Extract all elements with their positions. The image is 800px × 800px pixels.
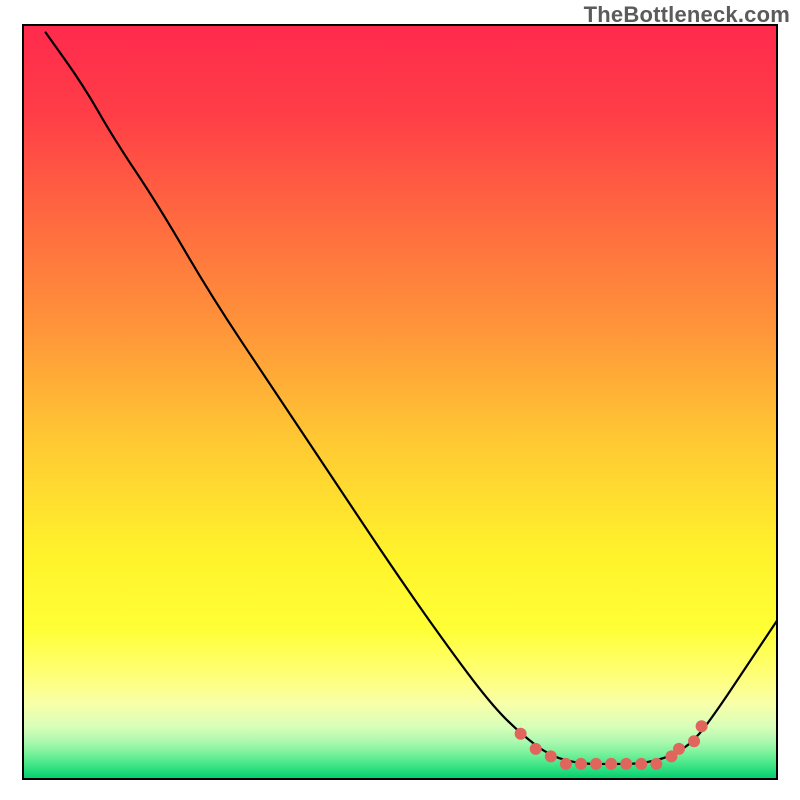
marker-dot: [575, 758, 587, 770]
marker-dot: [590, 758, 602, 770]
marker-dot: [530, 743, 542, 755]
marker-dot: [545, 750, 557, 762]
chart-stage: TheBottleneck.com: [0, 0, 800, 800]
chart-svg: [22, 24, 778, 780]
marker-dot: [605, 758, 617, 770]
gradient-background: [23, 25, 777, 779]
plot-area: [22, 24, 778, 780]
marker-dot: [515, 728, 527, 740]
marker-dot: [650, 758, 662, 770]
marker-dot: [696, 720, 708, 732]
watermark-text: TheBottleneck.com: [584, 2, 790, 28]
marker-dot: [635, 758, 647, 770]
marker-dot: [688, 735, 700, 747]
marker-dot: [560, 758, 572, 770]
marker-dot: [673, 743, 685, 755]
marker-dot: [620, 758, 632, 770]
